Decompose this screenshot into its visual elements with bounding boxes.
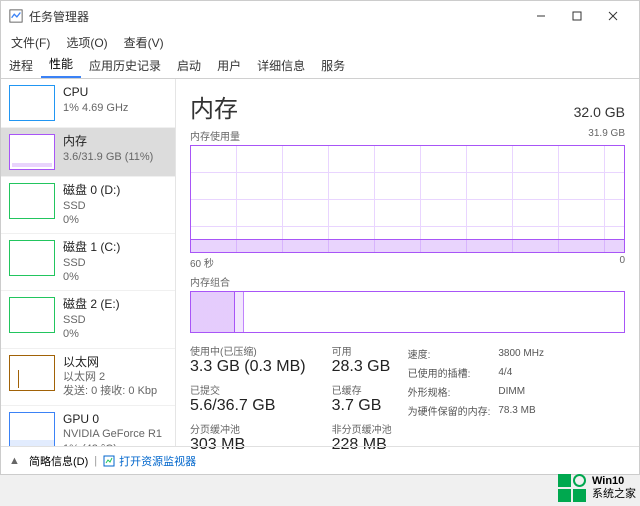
app-icon: [9, 9, 23, 23]
sidebar-sub: SSD: [63, 313, 120, 327]
less-info-button[interactable]: 简略信息(D): [29, 453, 88, 469]
menu-options[interactable]: 选项(O): [62, 34, 111, 51]
sidebar-title: 以太网: [63, 355, 157, 371]
hw-reserved-lbl: 为硬件保留的内存:: [408, 402, 497, 419]
window-title: 任务管理器: [29, 8, 523, 25]
hw-slots-lbl: 已使用的插槽:: [408, 364, 497, 381]
sidebar-sub: SSD: [63, 256, 120, 270]
comp-label: 内存组合: [190, 274, 625, 289]
sidebar-sub: 1% 4.69 GHz: [63, 101, 128, 115]
stat-available: 可用 28.3 GB: [332, 343, 392, 376]
chart-subhead: 内存使用量 31.9 GB: [190, 128, 625, 143]
network-chart-icon: [9, 355, 55, 391]
sidebar-sub: 3.6/31.9 GB (11%): [63, 150, 153, 164]
titlebar: 任务管理器: [1, 1, 639, 31]
open-resource-monitor-link[interactable]: 打开资源监视器: [103, 453, 196, 469]
stats: 使用中(已压缩) 3.3 GB (0.3 MB) 可用 28.3 GB 已提交 …: [190, 343, 625, 454]
hw-info: 速度:3800 MHz 已使用的插槽:4/4 外形规格:DIMM 为硬件保留的内…: [406, 343, 552, 454]
memory-chart-icon: [9, 134, 55, 170]
menu-file[interactable]: 文件(F): [7, 34, 54, 51]
task-manager-window: 任务管理器 文件(F) 选项(O) 查看(V) 进程 性能 应用历史记录 启动 …: [0, 0, 640, 475]
tab-apphistory[interactable]: 应用历史记录: [81, 53, 169, 78]
sidebar-title: 磁盘 0 (D:): [63, 183, 120, 199]
watermark-logo-icon: [558, 474, 586, 502]
page-title: 内存: [190, 89, 238, 124]
chart-x-axis: 60 秒 0: [190, 255, 625, 270]
stats-grid: 使用中(已压缩) 3.3 GB (0.3 MB) 可用 28.3 GB 已提交 …: [190, 343, 392, 454]
hw-slots-val: 4/4: [498, 364, 550, 381]
stat-cached: 已缓存 3.7 GB: [332, 382, 392, 415]
sidebar-title: 内存: [63, 134, 153, 150]
hw-reserved-val: 78.3 MB: [498, 402, 550, 419]
minimize-button[interactable]: [523, 2, 559, 30]
sidebar-title: CPU: [63, 85, 128, 101]
sidebar-item-disk0[interactable]: 磁盘 0 (D:) SSD 0%: [1, 177, 175, 234]
sidebar-title: 磁盘 2 (E:): [63, 297, 120, 313]
x-left: 60 秒: [190, 255, 214, 270]
chevron-up-icon[interactable]: ▲: [9, 455, 23, 467]
sidebar-sub2: 发送: 0 接收: 0 Kbp: [63, 384, 157, 398]
tab-services[interactable]: 服务: [313, 53, 353, 78]
main-panel: 内存 32.0 GB 内存使用量 31.9 GB 60 秒 0 内存组合 使用中…: [176, 79, 639, 446]
sidebar-sub: 以太网 2: [63, 370, 157, 384]
maximize-button[interactable]: [559, 2, 595, 30]
sidebar-sub: NVIDIA GeForce R1: [63, 427, 162, 441]
x-right: 0: [619, 255, 625, 270]
watermark-line2: 系统之家: [592, 488, 636, 501]
content: CPU 1% 4.69 GHz 内存 3.6/31.9 GB (11%) 磁盘 …: [1, 79, 639, 446]
tab-performance[interactable]: 性能: [41, 51, 81, 78]
sidebar-sub2: 0%: [63, 327, 120, 341]
tab-processes[interactable]: 进程: [1, 53, 41, 78]
tabbar: 进程 性能 应用历史记录 启动 用户 详细信息 服务: [1, 53, 639, 79]
sidebar: CPU 1% 4.69 GHz 内存 3.6/31.9 GB (11%) 磁盘 …: [1, 79, 176, 446]
sidebar-title: 磁盘 1 (C:): [63, 240, 120, 256]
main-header: 内存 32.0 GB: [190, 89, 625, 124]
watermark-line1: Win10: [592, 475, 636, 488]
watermark: Win10 系统之家: [558, 474, 636, 502]
sidebar-item-gpu0[interactable]: GPU 0 NVIDIA GeForce R1 1% (42 °C): [1, 406, 175, 446]
tab-startup[interactable]: 启动: [169, 53, 209, 78]
memory-total: 32.0 GB: [574, 104, 625, 120]
sidebar-item-cpu[interactable]: CPU 1% 4.69 GHz: [1, 79, 175, 128]
gpu-chart-icon: [9, 412, 55, 446]
menu-view[interactable]: 查看(V): [120, 34, 168, 51]
disk-chart-icon: [9, 183, 55, 219]
memory-usage-chart[interactable]: [190, 145, 625, 253]
memory-composition-chart[interactable]: [190, 291, 625, 333]
sidebar-item-disk2[interactable]: 磁盘 2 (E:) SSD 0%: [1, 291, 175, 348]
window-controls: [523, 2, 631, 30]
usage-max: 31.9 GB: [588, 128, 625, 143]
sidebar-sub2: 0%: [63, 270, 120, 284]
monitor-icon: [103, 455, 115, 467]
hw-form-val: DIMM: [498, 383, 550, 400]
footer: ▲ 简略信息(D) | 打开资源监视器: [1, 446, 639, 474]
tab-users[interactable]: 用户: [209, 53, 249, 78]
menubar: 文件(F) 选项(O) 查看(V): [1, 31, 639, 53]
hw-speed-val: 3800 MHz: [498, 345, 550, 362]
sidebar-item-memory[interactable]: 内存 3.6/31.9 GB (11%): [1, 128, 175, 177]
tab-details[interactable]: 详细信息: [249, 53, 313, 78]
sidebar-sub2: 0%: [63, 213, 120, 227]
stat-committed: 已提交 5.6/36.7 GB: [190, 382, 306, 415]
stat-inuse: 使用中(已压缩) 3.3 GB (0.3 MB): [190, 343, 306, 376]
disk-chart-icon: [9, 297, 55, 333]
hw-speed-lbl: 速度:: [408, 345, 497, 362]
disk-chart-icon: [9, 240, 55, 276]
close-button[interactable]: [595, 2, 631, 30]
usage-label: 内存使用量: [190, 128, 240, 143]
sidebar-item-disk1[interactable]: 磁盘 1 (C:) SSD 0%: [1, 234, 175, 291]
sidebar-item-ethernet[interactable]: 以太网 以太网 2 发送: 0 接收: 0 Kbp: [1, 349, 175, 406]
cpu-chart-icon: [9, 85, 55, 121]
hw-form-lbl: 外形规格:: [408, 383, 497, 400]
sidebar-sub: SSD: [63, 199, 120, 213]
sidebar-title: GPU 0: [63, 412, 162, 428]
